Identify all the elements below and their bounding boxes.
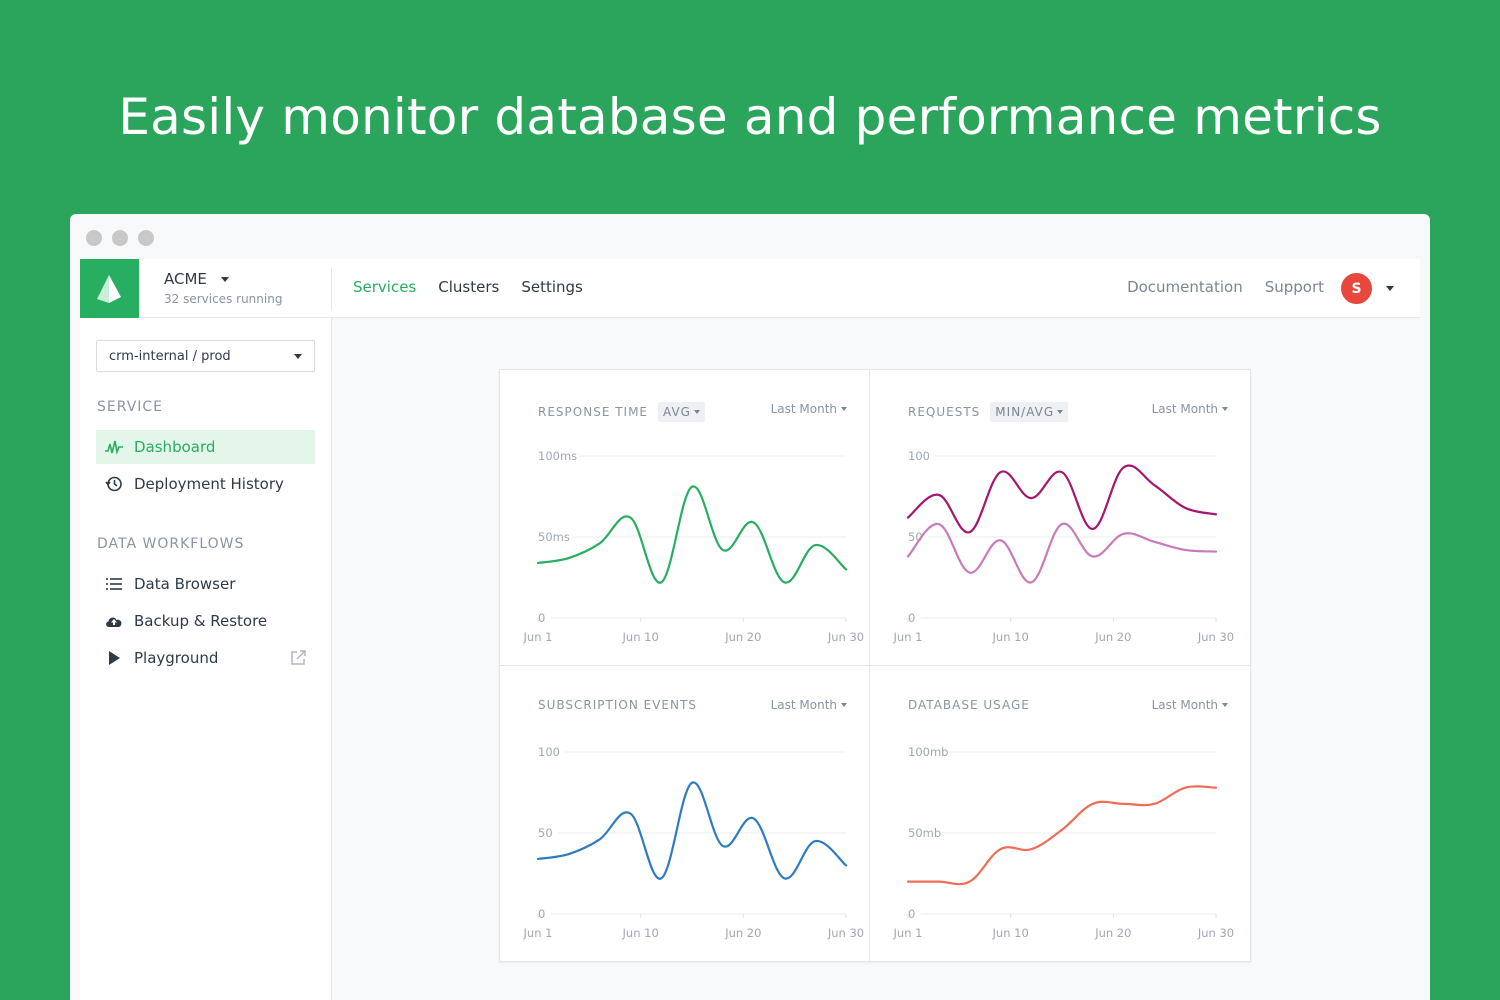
sidebar: crm-internal / prod SERVICE Dashboard De… bbox=[80, 318, 332, 1000]
y-tick-label: 50ms bbox=[538, 530, 570, 544]
sidebar-item-label: Playground bbox=[134, 649, 219, 667]
y-tick-label: 0 bbox=[908, 907, 915, 921]
y-tick-label: 100 bbox=[908, 449, 930, 463]
series-line bbox=[536, 781, 848, 880]
sidebar-item-dashboard[interactable]: Dashboard bbox=[96, 430, 315, 464]
nav-documentation[interactable]: Documentation bbox=[1127, 278, 1243, 296]
nav-services[interactable]: Services bbox=[353, 278, 416, 296]
main-nav: Services Clusters Settings bbox=[353, 278, 583, 296]
history-icon bbox=[104, 474, 124, 494]
nav-support[interactable]: Support bbox=[1265, 278, 1324, 296]
window-minimize-dot[interactable] bbox=[112, 230, 128, 246]
response-time-chart: 0 50ms 100ms Jun 1 Jun 10 Jun 20 Jun 30 bbox=[523, 449, 865, 644]
y-tick-label: 50mb bbox=[908, 826, 941, 840]
x-tick-label: Jun 20 bbox=[724, 926, 761, 940]
x-tick-label: Jun 10 bbox=[992, 926, 1029, 940]
database-usage-chart: 0 50mb 100mb Jun 1 Jun 10 Jun 20 Jun 30 bbox=[893, 745, 1235, 940]
y-tick-label: 100mb bbox=[908, 745, 948, 759]
metrics-grid: RESPONSE TIME AVG Last Month 0 50ms 100ms J… bbox=[499, 369, 1251, 962]
section-title-service: SERVICE bbox=[97, 399, 164, 415]
chart-card-response-time: RESPONSE TIME AVG Last Month 0 50ms 100ms J… bbox=[500, 370, 870, 666]
y-tick-label: 0 bbox=[908, 611, 915, 625]
nav-settings[interactable]: Settings bbox=[521, 278, 583, 296]
user-menu-chevron-icon[interactable] bbox=[1386, 286, 1394, 291]
window-controls bbox=[86, 230, 154, 246]
brand-name: ACME bbox=[164, 270, 207, 288]
secondary-nav: Documentation Support bbox=[1127, 278, 1324, 296]
y-tick-label: 100ms bbox=[538, 449, 577, 463]
x-tick-label: Jun 10 bbox=[992, 630, 1029, 644]
x-tick-label: Jun 1 bbox=[523, 630, 553, 644]
activity-icon bbox=[104, 437, 124, 457]
chevron-down-icon bbox=[294, 354, 302, 359]
app-window: ACME 32 services running Services Cluste… bbox=[70, 214, 1430, 1000]
series-line bbox=[906, 464, 1218, 534]
nav-clusters[interactable]: Clusters bbox=[438, 278, 499, 296]
x-tick-label: Jun 20 bbox=[1094, 926, 1131, 940]
sidebar-item-label: Backup & Restore bbox=[134, 612, 268, 630]
services-count: 32 services running bbox=[164, 292, 283, 306]
logo[interactable] bbox=[80, 259, 139, 318]
x-tick-label: Jun 30 bbox=[1197, 926, 1234, 940]
external-link-icon[interactable] bbox=[289, 649, 307, 671]
x-tick-label: Jun 10 bbox=[622, 630, 659, 644]
series-line bbox=[906, 785, 1218, 886]
x-tick-label: Jun 20 bbox=[1094, 630, 1131, 644]
prism-logo-icon bbox=[97, 275, 121, 303]
cloud-upload-icon bbox=[104, 611, 124, 631]
sidebar-item-label: Dashboard bbox=[134, 438, 216, 456]
x-tick-label: Jun 1 bbox=[893, 630, 923, 644]
series-line bbox=[536, 485, 848, 584]
top-bar: ACME 32 services running Services Cluste… bbox=[80, 259, 1420, 318]
chevron-down-icon bbox=[220, 276, 229, 282]
y-tick-label: 50 bbox=[538, 826, 553, 840]
hero-title: Easily monitor database and performance … bbox=[118, 88, 1382, 146]
x-tick-label: Jun 30 bbox=[827, 926, 864, 940]
requests-chart: 050100Jun 1 Jun 10 Jun 20 Jun 30 bbox=[893, 449, 1235, 644]
window-close-dot[interactable] bbox=[86, 230, 102, 246]
window-maximize-dot[interactable] bbox=[138, 230, 154, 246]
avatar[interactable]: S bbox=[1341, 273, 1372, 304]
y-tick-label: 0 bbox=[538, 907, 545, 921]
list-icon bbox=[104, 574, 124, 594]
sidebar-item-deployment-history[interactable]: Deployment History bbox=[96, 467, 315, 501]
subscription-events-chart: 0 50 100 Jun 1 Jun 10 Jun 20 Jun 30 bbox=[523, 745, 865, 940]
chart-card-database-usage: DATABASE USAGE Last Month 0 50mb 100mb Jun … bbox=[870, 666, 1250, 962]
series-line bbox=[906, 522, 1218, 584]
x-tick-label: Jun 20 bbox=[724, 630, 761, 644]
project-select-value: crm-internal / prod bbox=[109, 349, 231, 364]
y-tick-label: 0 bbox=[538, 611, 545, 625]
divider bbox=[331, 268, 332, 310]
sidebar-item-label: Data Browser bbox=[134, 575, 236, 593]
x-tick-label: Jun 1 bbox=[523, 926, 553, 940]
x-tick-label: Jun 10 bbox=[622, 926, 659, 940]
x-tick-label: Jun 1 bbox=[893, 926, 923, 940]
sidebar-item-playground[interactable]: Playground bbox=[96, 641, 315, 675]
section-title-data-workflows: DATA WORKFLOWS bbox=[97, 536, 245, 552]
sidebar-item-backup-restore[interactable]: Backup & Restore bbox=[96, 604, 315, 638]
chart-card-requests: REQUESTS MIN/AVG Last Month 0 50 100 Jun 1J… bbox=[870, 370, 1250, 666]
x-tick-label: Jun 30 bbox=[1197, 630, 1234, 644]
x-tick-label: Jun 30 bbox=[827, 630, 864, 644]
project-select[interactable]: crm-internal / prod bbox=[96, 340, 315, 372]
y-tick-label: 100 bbox=[538, 745, 560, 759]
sidebar-item-label: Deployment History bbox=[134, 475, 284, 493]
account-switcher[interactable]: ACME 32 services running bbox=[164, 270, 282, 306]
play-icon bbox=[104, 648, 124, 668]
sidebar-item-data-browser[interactable]: Data Browser bbox=[96, 567, 315, 601]
main-content: RESPONSE TIME AVG Last Month 0 50ms 100ms J… bbox=[333, 318, 1420, 1000]
chart-card-subscription-events: SUBSCRIPTION EVENTS Last Month 0 50 100 Jun… bbox=[500, 666, 870, 962]
